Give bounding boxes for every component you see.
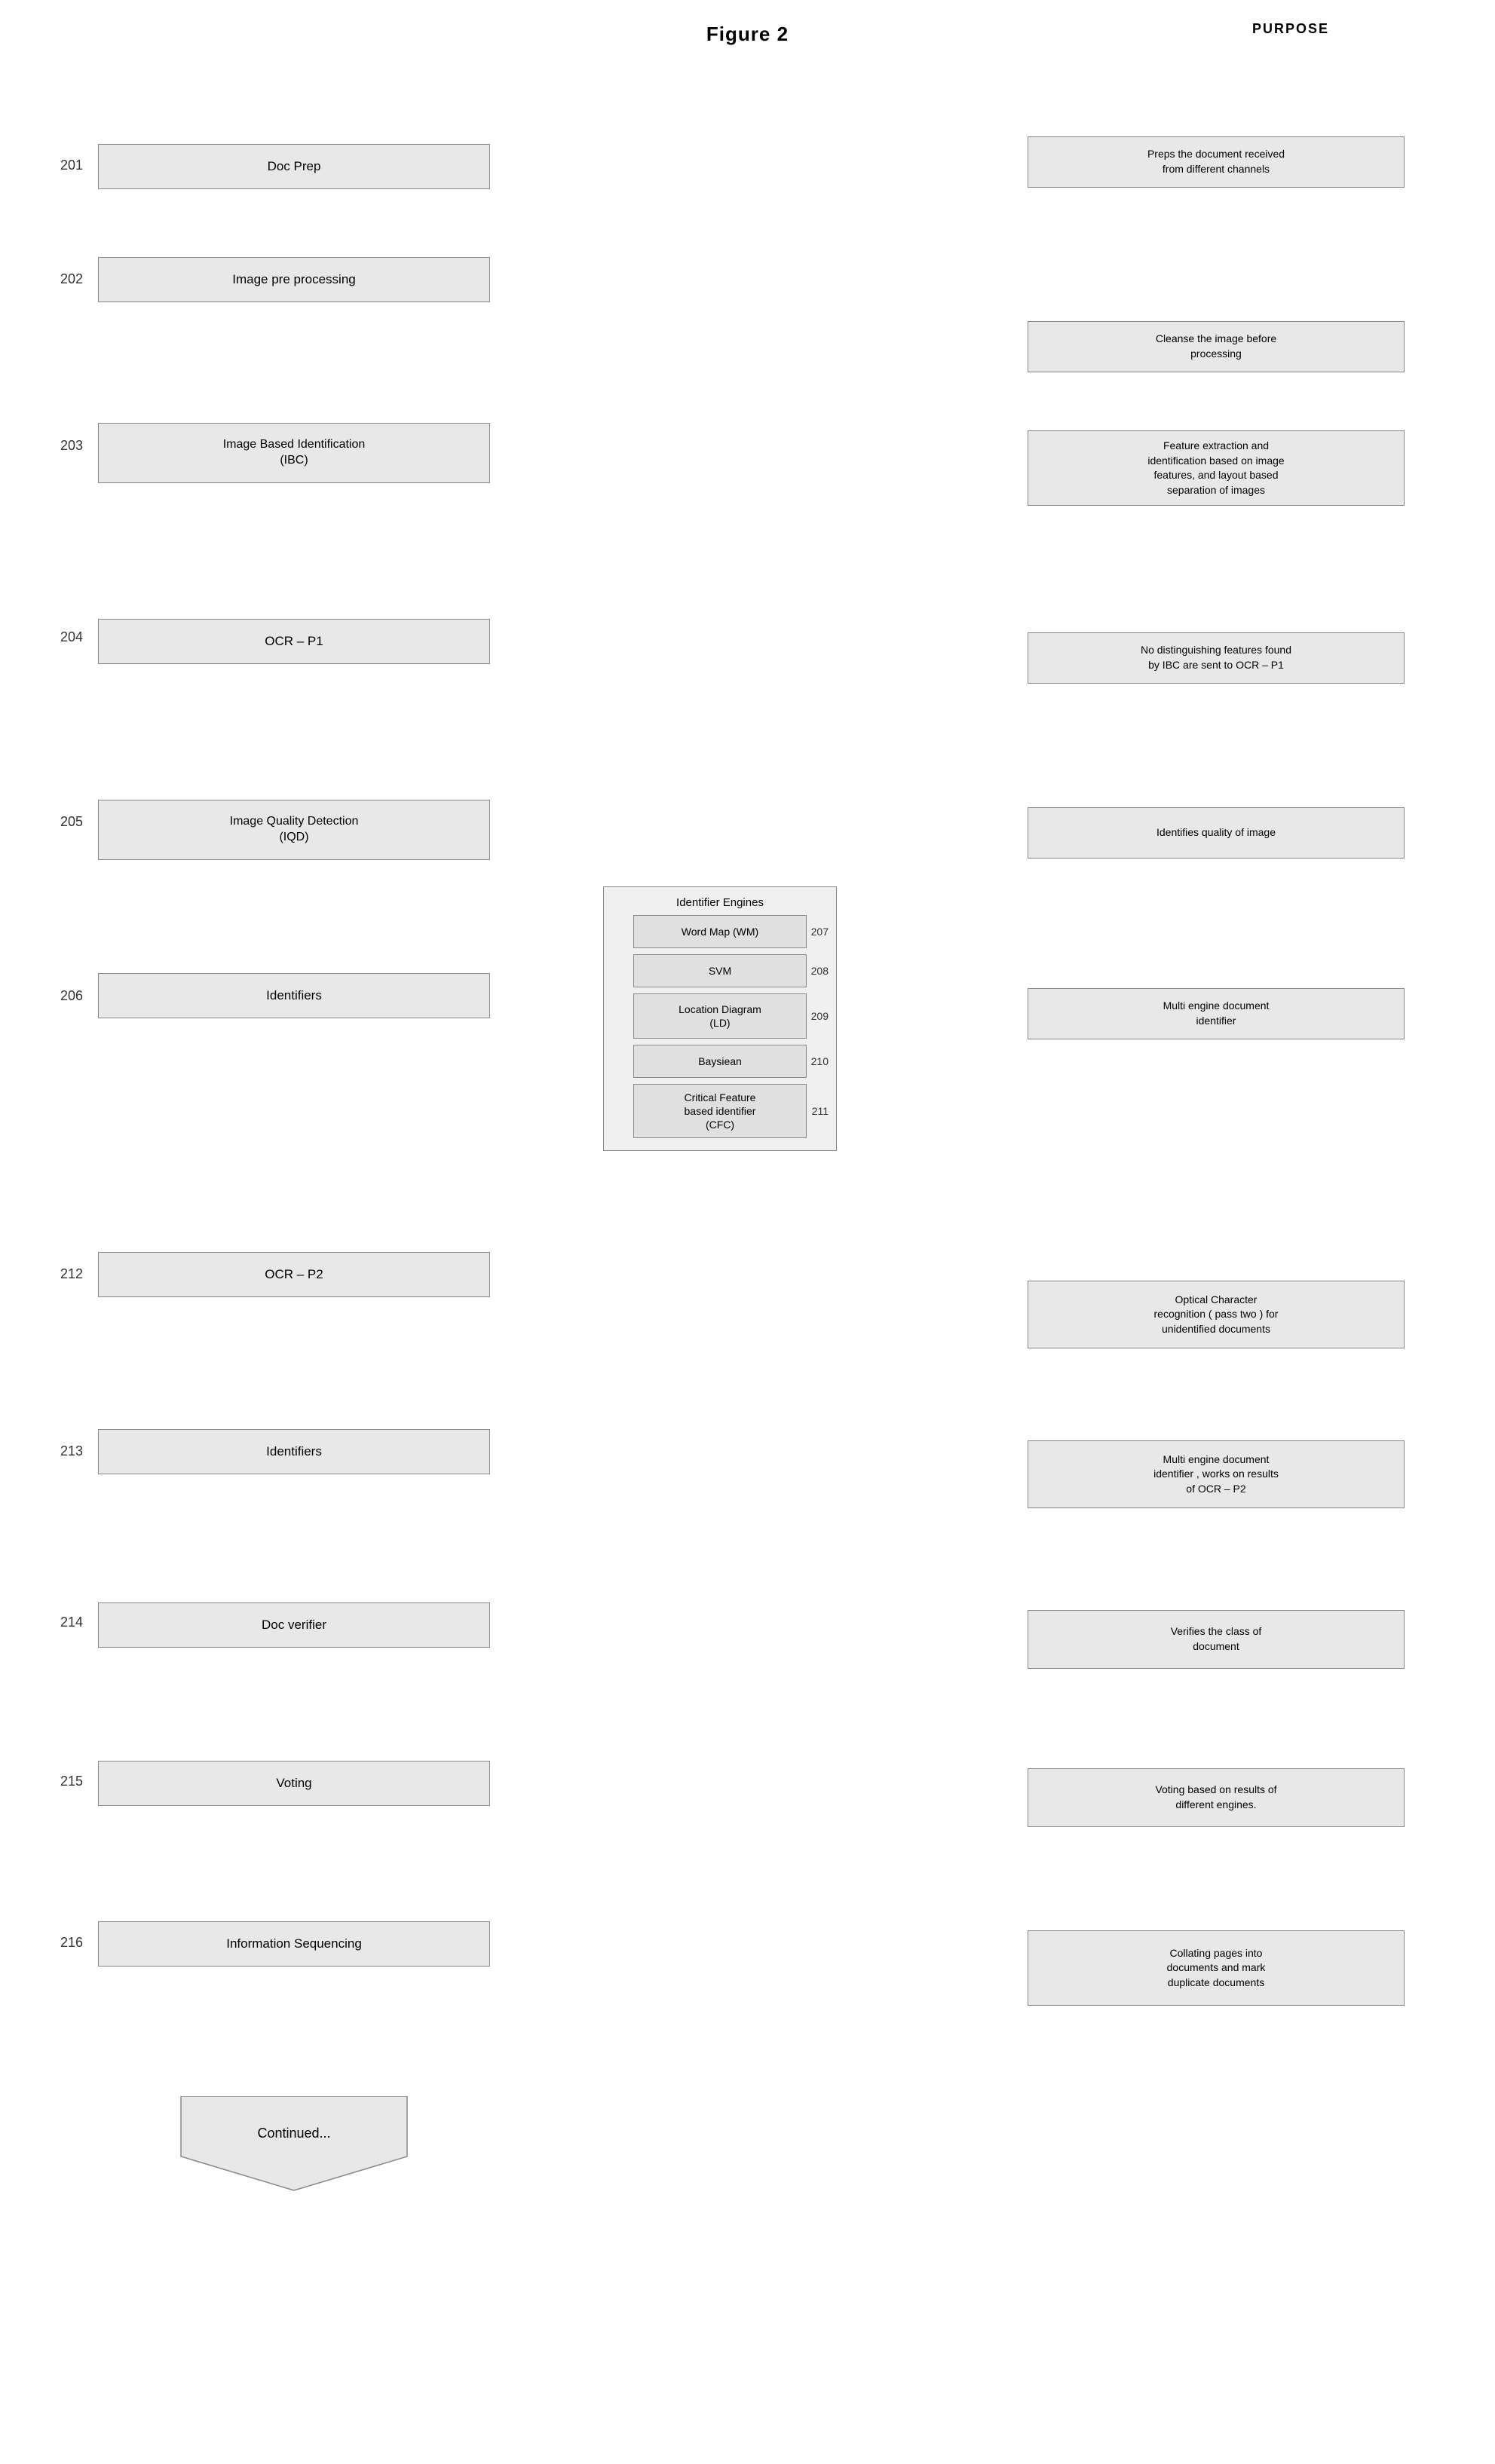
purpose-215-box: Voting based on results of different eng… bbox=[1028, 1768, 1405, 1827]
step-203-number: 203 bbox=[60, 438, 83, 454]
purpose-214-box: Verifies the class of document bbox=[1028, 1610, 1405, 1669]
step-201-box: Doc Prep bbox=[98, 144, 490, 189]
step-202-number: 202 bbox=[60, 271, 83, 287]
step-216-number: 216 bbox=[60, 1935, 83, 1951]
continued-shape: Continued... bbox=[166, 2096, 422, 2196]
step-205-number: 205 bbox=[60, 814, 83, 830]
purpose-204-box: No distinguishing features found by IBC … bbox=[1028, 632, 1405, 684]
step-204-number: 204 bbox=[60, 629, 83, 645]
engine-210: Baysiean 210 bbox=[633, 1045, 807, 1078]
step-205-box: Image Quality Detection (IQD) bbox=[98, 800, 490, 860]
step-212-number: 212 bbox=[60, 1266, 83, 1282]
purpose-203-box: Feature extraction and identification ba… bbox=[1028, 430, 1405, 506]
purpose-206-box: Multi engine document identifier bbox=[1028, 988, 1405, 1039]
purpose-213-box: Multi engine document identifier , works… bbox=[1028, 1440, 1405, 1508]
purpose-202-box: Cleanse the image before processing bbox=[1028, 321, 1405, 372]
diagram-container: 201 Doc Prep Preps the document received… bbox=[0, 54, 1495, 114]
step-206-box: Identifiers bbox=[98, 973, 490, 1018]
purpose-216-box: Collating pages into documents and mark … bbox=[1028, 1930, 1405, 2006]
step-206-number: 206 bbox=[60, 988, 83, 1004]
purpose-212-box: Optical Character recognition ( pass two… bbox=[1028, 1281, 1405, 1348]
step-214-box: Doc verifier bbox=[98, 1602, 490, 1648]
connector-lines bbox=[0, 54, 1495, 114]
purpose-201-box: Preps the document received from differe… bbox=[1028, 136, 1405, 188]
step-215-number: 215 bbox=[60, 1774, 83, 1789]
engine-208: SVM 208 bbox=[633, 954, 807, 987]
engine-207: Word Map (WM) 207 bbox=[633, 915, 807, 948]
step-213-box: Identifiers bbox=[98, 1429, 490, 1474]
engine-211: Critical Feature based identifier (CFC) … bbox=[633, 1084, 807, 1138]
engines-title: Identifier Engines bbox=[676, 896, 764, 909]
engine-209: Location Diagram (LD) 209 bbox=[633, 993, 807, 1039]
svg-text:Continued...: Continued... bbox=[257, 2126, 330, 2141]
step-213-number: 213 bbox=[60, 1443, 83, 1459]
step-204-box: OCR – P1 bbox=[98, 619, 490, 664]
step-202-box: Image pre processing bbox=[98, 257, 490, 302]
purpose-205-box: Identifies quality of image bbox=[1028, 807, 1405, 859]
step-215-box: Voting bbox=[98, 1761, 490, 1806]
purpose-header: PURPOSE bbox=[1252, 21, 1329, 37]
identifier-engines-group: Identifier Engines Word Map (WM) 207 SVM… bbox=[603, 886, 837, 1151]
step-212-box: OCR – P2 bbox=[98, 1252, 490, 1297]
step-203-box: Image Based Identification (IBC) bbox=[98, 423, 490, 483]
step-201-number: 201 bbox=[60, 158, 83, 173]
step-214-number: 214 bbox=[60, 1615, 83, 1630]
step-216-box: Information Sequencing bbox=[98, 1921, 490, 1967]
